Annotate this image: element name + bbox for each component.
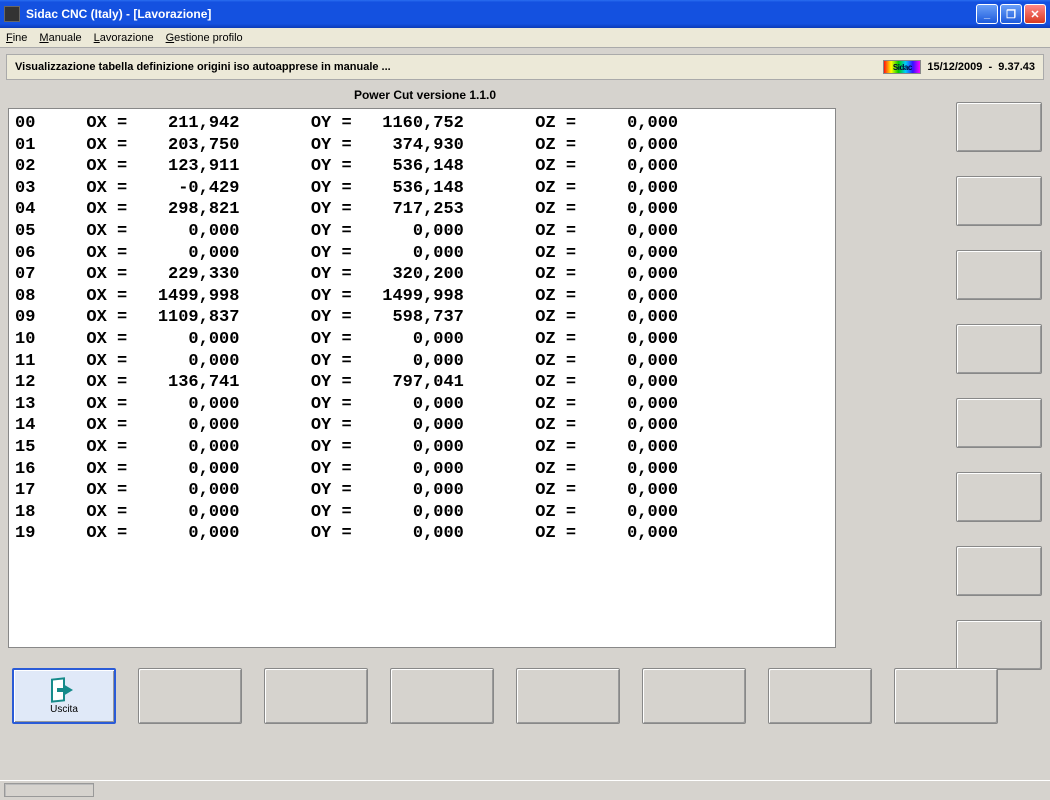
bottom-button-3[interactable]: [264, 668, 368, 724]
menu-fine[interactable]: Fine: [6, 32, 27, 44]
subheader-text: Visualizzazione tabella definizione orig…: [15, 61, 391, 73]
date-label: 15/12/2009 - 9.37.43: [927, 61, 1035, 73]
exit-icon: [49, 678, 79, 702]
side-button-1[interactable]: [956, 102, 1042, 152]
origins-table: 00 OX = 211,942 OY = 1160,752 OZ = 0,000…: [8, 108, 836, 648]
bottom-button-2[interactable]: [138, 668, 242, 724]
bottom-button-8[interactable]: [894, 668, 998, 724]
side-button-6[interactable]: [956, 472, 1042, 522]
exit-button[interactable]: Uscita: [12, 668, 116, 724]
bottom-buttons: Uscita: [12, 668, 998, 724]
side-button-7[interactable]: [956, 546, 1042, 596]
side-button-4[interactable]: [956, 324, 1042, 374]
side-button-2[interactable]: [956, 176, 1042, 226]
side-button-3[interactable]: [956, 250, 1042, 300]
app-icon: [4, 6, 20, 22]
close-button[interactable]: ✕: [1024, 4, 1046, 24]
titlebar: Sidac CNC (Italy) - [Lavorazione] _ ❐ ✕: [0, 0, 1050, 28]
side-button-8[interactable]: [956, 620, 1042, 670]
subheader: Visualizzazione tabella definizione orig…: [6, 54, 1044, 80]
minimize-button[interactable]: _: [976, 4, 998, 24]
bottom-button-6[interactable]: [642, 668, 746, 724]
statusbar: [0, 780, 1050, 800]
bottom-button-7[interactable]: [768, 668, 872, 724]
client-area: Visualizzazione tabella definizione orig…: [0, 48, 1050, 800]
bottom-button-5[interactable]: [516, 668, 620, 724]
bottom-button-4[interactable]: [390, 668, 494, 724]
statusbar-cell: [4, 783, 94, 797]
menu-manuale[interactable]: Manuale: [39, 32, 81, 44]
menu-gestione-profilo[interactable]: Gestione profilo: [166, 32, 243, 44]
menubar: Fine Manuale Lavorazione Gestione profil…: [0, 28, 1050, 48]
brand-logo: Sidac: [883, 60, 921, 74]
version-label: Power Cut versione 1.1.0: [6, 88, 844, 102]
exit-button-label: Uscita: [50, 704, 78, 715]
side-buttons: [956, 102, 1042, 670]
window-title: Sidac CNC (Italy) - [Lavorazione]: [26, 7, 976, 21]
menu-lavorazione[interactable]: Lavorazione: [94, 32, 154, 44]
side-button-5[interactable]: [956, 398, 1042, 448]
maximize-button[interactable]: ❐: [1000, 4, 1022, 24]
